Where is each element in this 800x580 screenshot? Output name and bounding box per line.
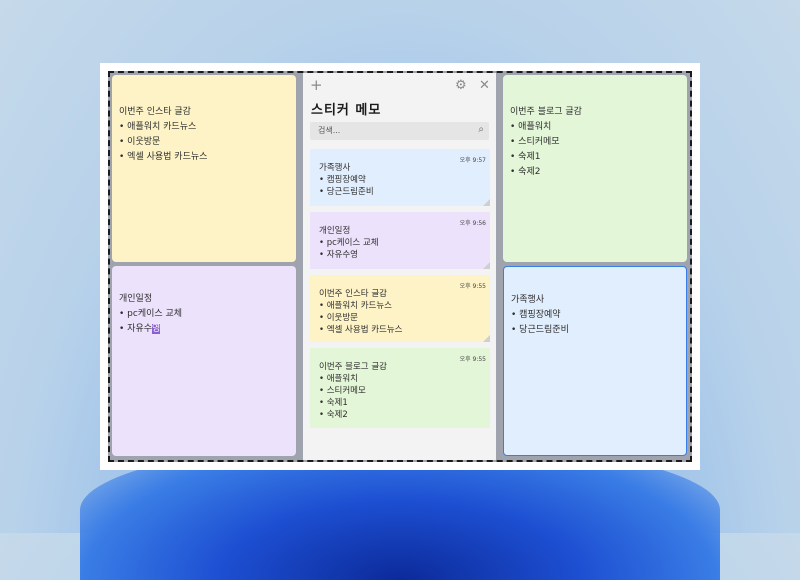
search-icon[interactable]: ⌕ <box>478 124 484 135</box>
sticky-note-personal[interactable]: 개인일정 • pc케이스 교체 • 자유수영 <box>112 266 296 456</box>
note-content[interactable]: 이번주 블로그 글감 • 애플워치 • 스티커메모 • 숙제1 • 숙제2 <box>510 105 582 180</box>
page-fold-icon <box>483 199 490 206</box>
search-input[interactable]: 검색... <box>318 125 340 136</box>
card-line: • 애플워치 카드뉴스 <box>319 301 392 311</box>
note-line: • pc케이스 교체 <box>119 309 183 319</box>
note-line: • 숙제2 <box>510 167 541 177</box>
note-line: 이번주 블로그 글감 <box>510 107 582 117</box>
card-content: 가족행사 • 캠핑장예약 • 당근드림준비 <box>319 162 374 198</box>
note-timestamp: 오후 9:55 <box>459 356 486 363</box>
note-line: • 자유수영 <box>119 322 182 337</box>
gear-icon[interactable]: ⚙ <box>455 78 467 93</box>
card-line: • 자유수영 <box>319 250 358 260</box>
search-box[interactable]: 검색... ⌕ <box>310 122 489 140</box>
note-line: • 이웃방문 <box>119 137 161 147</box>
card-line: • pc케이스 교체 <box>319 238 379 248</box>
note-line: • 당근드림준비 <box>511 325 569 335</box>
note-timestamp: 오후 9:57 <box>459 157 486 164</box>
card-line: • 엑셀 사용법 카드뉴스 <box>319 325 403 335</box>
note-line: 가족행사 <box>511 295 545 305</box>
card-line: 개인일정 <box>319 226 351 236</box>
sticky-note-blog[interactable]: 이번주 블로그 글감 • 애플워치 • 스티커메모 • 숙제1 • 숙제2 <box>503 75 687 262</box>
note-content[interactable]: 이번주 인스타 글감 • 애플워치 카드뉴스 • 이웃방문 • 엑셀 사용법 카… <box>119 105 207 165</box>
card-content: 개인일정 • pc케이스 교체 • 자유수영 <box>319 225 379 261</box>
note-card[interactable]: 오후 9:56 개인일정 • pc케이스 교체 • 자유수영 <box>310 212 490 269</box>
note-content[interactable]: 가족행사 • 캠핑장예약 • 당근드림준비 <box>511 293 569 338</box>
note-line: 개인일정 <box>119 294 153 304</box>
note-card[interactable]: 오후 9:55 이번주 인스타 글감 • 애플워치 카드뉴스 • 이웃방문 • … <box>310 275 490 342</box>
card-line: • 이웃방문 <box>319 313 358 323</box>
text-selection[interactable]: 영 <box>152 324 161 334</box>
note-content[interactable]: 개인일정 • pc케이스 교체 • 자유수영 <box>119 292 182 337</box>
panel-titlebar: + ⚙ ✕ <box>303 73 496 101</box>
note-card[interactable]: 오후 9:55 이번주 블로그 글감 • 애플워치 • 스티커메모 • 숙제1 … <box>310 348 490 428</box>
card-line: • 당근드림준비 <box>319 187 374 197</box>
card-line: • 숙제2 <box>319 410 348 420</box>
note-line: • 스티커메모 <box>510 137 560 147</box>
card-line: 이번주 블로그 글감 <box>319 362 387 372</box>
sticky-note-family[interactable]: 가족행사 • 캠핑장예약 • 당근드림준비 <box>503 266 687 456</box>
card-line: • 스티커메모 <box>319 386 366 396</box>
note-timestamp: 오후 9:55 <box>459 283 486 290</box>
note-text: • 자유수 <box>119 324 153 334</box>
note-line: 이번주 인스타 글감 <box>119 107 191 117</box>
note-line: • 엑셀 사용법 카드뉴스 <box>119 152 208 162</box>
plus-icon[interactable]: + <box>310 76 323 94</box>
note-line: • 숙제1 <box>510 152 541 162</box>
page-fold-icon <box>483 335 490 342</box>
card-line: • 캠핑장예약 <box>319 175 366 185</box>
card-content: 이번주 인스타 글감 • 애플워치 카드뉴스 • 이웃방문 • 엑셀 사용법 카… <box>319 288 403 336</box>
note-line: • 애플워치 <box>510 122 552 132</box>
card-line: • 애플워치 <box>319 374 358 384</box>
card-line: • 숙제1 <box>319 398 348 408</box>
note-card[interactable]: 오후 9:57 가족행사 • 캠핑장예약 • 당근드림준비 <box>310 149 490 206</box>
note-line: • 애플워치 카드뉴스 <box>119 122 197 132</box>
sticky-notes-panel: + ⚙ ✕ 스티커 메모 검색... ⌕ 오후 9:57 가족행사 • 캠핑장예… <box>303 73 496 460</box>
sticky-note-instagram[interactable]: 이번주 인스타 글감 • 애플워치 카드뉴스 • 이웃방문 • 엑셀 사용법 카… <box>112 75 296 262</box>
page-fold-icon <box>483 262 490 269</box>
card-line: 가족행사 <box>319 163 351 173</box>
note-timestamp: 오후 9:56 <box>459 220 486 227</box>
card-line: 이번주 인스타 글감 <box>319 289 387 299</box>
panel-title: 스티커 메모 <box>311 103 382 118</box>
note-line: • 캠핑장예약 <box>511 310 561 320</box>
card-content: 이번주 블로그 글감 • 애플워치 • 스티커메모 • 숙제1 • 숙제2 <box>319 361 387 421</box>
close-icon[interactable]: ✕ <box>479 78 490 93</box>
